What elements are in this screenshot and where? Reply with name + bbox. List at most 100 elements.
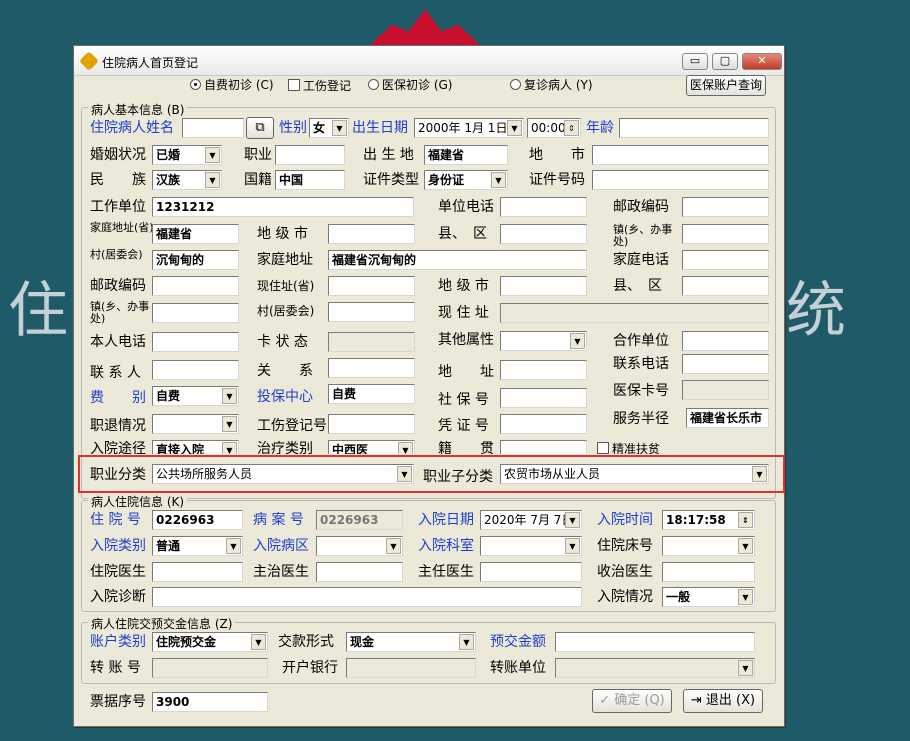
treat-select[interactable]: 中西医 ▼	[328, 440, 415, 454]
contact-input[interactable]	[152, 360, 239, 380]
card-status-input[interactable]	[328, 332, 415, 352]
injury-no-input[interactable]	[328, 414, 415, 434]
admit-status-label: 入院情况	[597, 589, 653, 605]
coop-input[interactable]	[682, 331, 769, 351]
case-no-label: 病 案 号	[253, 512, 304, 528]
job-input[interactable]	[275, 145, 345, 165]
voucher-input[interactable]	[500, 414, 587, 434]
age-input[interactable]	[619, 118, 769, 138]
birthplace-input[interactable]: 福建省	[424, 145, 508, 165]
admit-time-value: 18:17:58	[666, 513, 726, 527]
other-attr-select[interactable]: ▼	[500, 331, 587, 351]
curaddr-input[interactable]	[500, 303, 769, 323]
nation-select[interactable]: 汉族 ▼	[152, 170, 222, 190]
voucher-label: 凭 证 号	[438, 418, 489, 434]
radio-insurance[interactable]: 医保初诊 (G)	[368, 76, 452, 94]
chevron-down-icon: ▼	[738, 589, 753, 605]
homeprov-input[interactable]: 福建省	[152, 224, 239, 244]
curvillage-input[interactable]	[328, 302, 415, 322]
checkbox-injury[interactable]: 工伤登记	[288, 77, 351, 95]
relation-input[interactable]	[328, 358, 415, 378]
admit-time-spinner[interactable]: 18:17:58 ⇕	[662, 510, 755, 530]
radius-input[interactable]: 福建省长乐市	[686, 408, 769, 428]
postcode2-input[interactable]	[152, 276, 239, 296]
payment-mode-select[interactable]: 现金 ▼	[346, 632, 476, 652]
admit-date-picker[interactable]: 2020年 7月 7日 ▼	[480, 510, 582, 530]
county-input[interactable]	[500, 224, 587, 244]
town-input[interactable]	[682, 224, 769, 244]
dept-select[interactable]: ▼	[480, 536, 582, 556]
marital-select[interactable]: 已婚 ▼	[152, 145, 222, 165]
insurecenter-input[interactable]: 自费	[328, 384, 415, 404]
curcity-input[interactable]	[500, 276, 587, 296]
minimize-button[interactable]: ▭	[682, 53, 708, 70]
origin-input[interactable]	[500, 440, 587, 454]
idtype-select[interactable]: 身份证 ▼	[424, 170, 508, 190]
birth-date-picker[interactable]: 2000年 1月 1日 ▼	[414, 118, 524, 138]
case-no-input[interactable]: 0226963	[316, 510, 403, 530]
marital-value: 已婚	[156, 148, 181, 162]
account-type-select[interactable]: 住院预交金 ▼	[152, 632, 268, 652]
chief-input[interactable]	[480, 562, 582, 582]
chevron-down-icon: ▼	[332, 120, 347, 136]
sub-occupation-select[interactable]: 农贸市场从业人员 ▼	[500, 464, 769, 484]
inpatient-no-input[interactable]: 0226963	[152, 510, 243, 530]
fee-select[interactable]: 自费 ▼	[152, 386, 239, 406]
chevron-down-icon: ▼	[397, 466, 412, 482]
diagnosis-input[interactable]	[152, 587, 582, 607]
doctor-input[interactable]	[152, 562, 243, 582]
deposit-amount-input[interactable]	[555, 632, 755, 652]
confirm-button[interactable]: ✓ 确定 (Q)	[592, 689, 672, 713]
curprov-input[interactable]	[328, 276, 415, 296]
socialno-input[interactable]	[500, 388, 587, 408]
poverty-checkbox[interactable]: 精准扶贫	[597, 440, 660, 454]
transfer-unit-label: 转账单位	[490, 660, 546, 676]
selfphone-input[interactable]	[152, 332, 239, 352]
postcode-input[interactable]	[682, 197, 769, 217]
name-input[interactable]	[182, 118, 244, 138]
insurance-account-query-button[interactable]: 医保账户查询	[686, 75, 766, 96]
address-input[interactable]	[500, 360, 587, 380]
curtown-input[interactable]	[152, 303, 239, 323]
bank-input[interactable]	[346, 658, 476, 678]
curcounty-input[interactable]	[682, 276, 769, 296]
admit-type-select[interactable]: 普通 ▼	[152, 536, 243, 556]
attending-input[interactable]	[316, 562, 403, 582]
transfer-no-input[interactable]	[152, 658, 268, 678]
radio-return[interactable]: 复诊病人 (Y)	[510, 76, 593, 94]
transfer-no-label: 转 账 号	[90, 660, 141, 676]
age-label: 年龄	[586, 120, 614, 136]
receipt-no-input[interactable]: 3900	[152, 692, 268, 712]
nationality-input[interactable]: 中国	[275, 170, 345, 190]
citylevel-input[interactable]	[328, 224, 415, 244]
homeaddr-input[interactable]: 福建省沉甸甸的	[328, 250, 587, 270]
birth-time-spinner[interactable]: 00:00 ⇕	[527, 118, 581, 138]
city-input[interactable]	[592, 145, 769, 165]
selfphone-label: 本人电话	[90, 334, 146, 350]
maximize-button[interactable]: ▢	[712, 53, 738, 70]
exit-button[interactable]: ⇥ 退出 (X)	[683, 689, 763, 713]
insurecard-input[interactable]	[682, 380, 769, 400]
ward-select[interactable]: ▼	[316, 536, 403, 556]
spinner-icon: ⇕	[738, 512, 753, 528]
work-input[interactable]: 1231212	[152, 197, 414, 217]
radio-self-pay[interactable]: 自费初诊 (C)	[190, 76, 274, 94]
sex-select[interactable]: 女 ▼	[309, 118, 349, 138]
transfer-unit-select[interactable]: ▼	[555, 658, 755, 678]
admitway-value: 直接入院	[156, 443, 205, 454]
account-type-label: 账户类别	[90, 634, 146, 650]
card-read-icon[interactable]: ⧉	[246, 117, 274, 139]
close-button[interactable]: ✕	[742, 53, 782, 70]
homephone-input[interactable]	[682, 250, 769, 270]
contactphone-input[interactable]	[682, 354, 769, 374]
background-text-right: 统	[786, 276, 846, 346]
bed-select[interactable]: ▼	[662, 536, 755, 556]
idno-input[interactable]	[592, 170, 769, 190]
admitway-select[interactable]: 直接入院 ▼	[152, 440, 239, 454]
admitting-input[interactable]	[662, 562, 755, 582]
admit-status-select[interactable]: 一般 ▼	[662, 587, 755, 607]
occupation-select[interactable]: 公共场所服务人员 ▼	[152, 464, 414, 484]
village-input[interactable]: 沉甸甸的	[152, 250, 239, 270]
workphone-input[interactable]	[500, 197, 587, 217]
retire-select[interactable]: ▼	[152, 414, 239, 434]
